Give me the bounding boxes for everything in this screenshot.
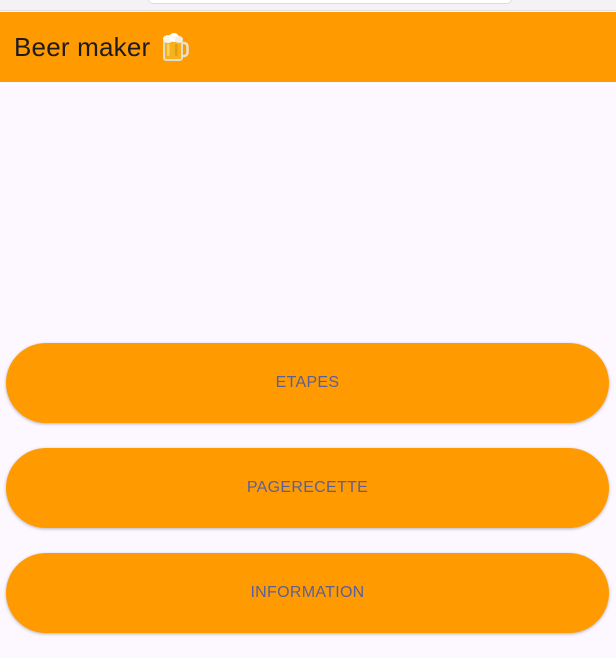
action-list: ETAPES PAGERECETTE INFORMATION bbox=[6, 343, 609, 658]
pagerecette-button[interactable]: PAGERECETTE bbox=[6, 448, 609, 528]
information-button[interactable]: INFORMATION bbox=[6, 553, 609, 633]
etapes-button[interactable]: ETAPES bbox=[6, 343, 609, 423]
status-strip bbox=[0, 0, 616, 11]
app-title: Beer maker bbox=[14, 31, 151, 62]
app-bar: Beer maker bbox=[0, 12, 616, 82]
beer-mug-icon bbox=[160, 31, 190, 63]
status-pill bbox=[148, 0, 512, 4]
